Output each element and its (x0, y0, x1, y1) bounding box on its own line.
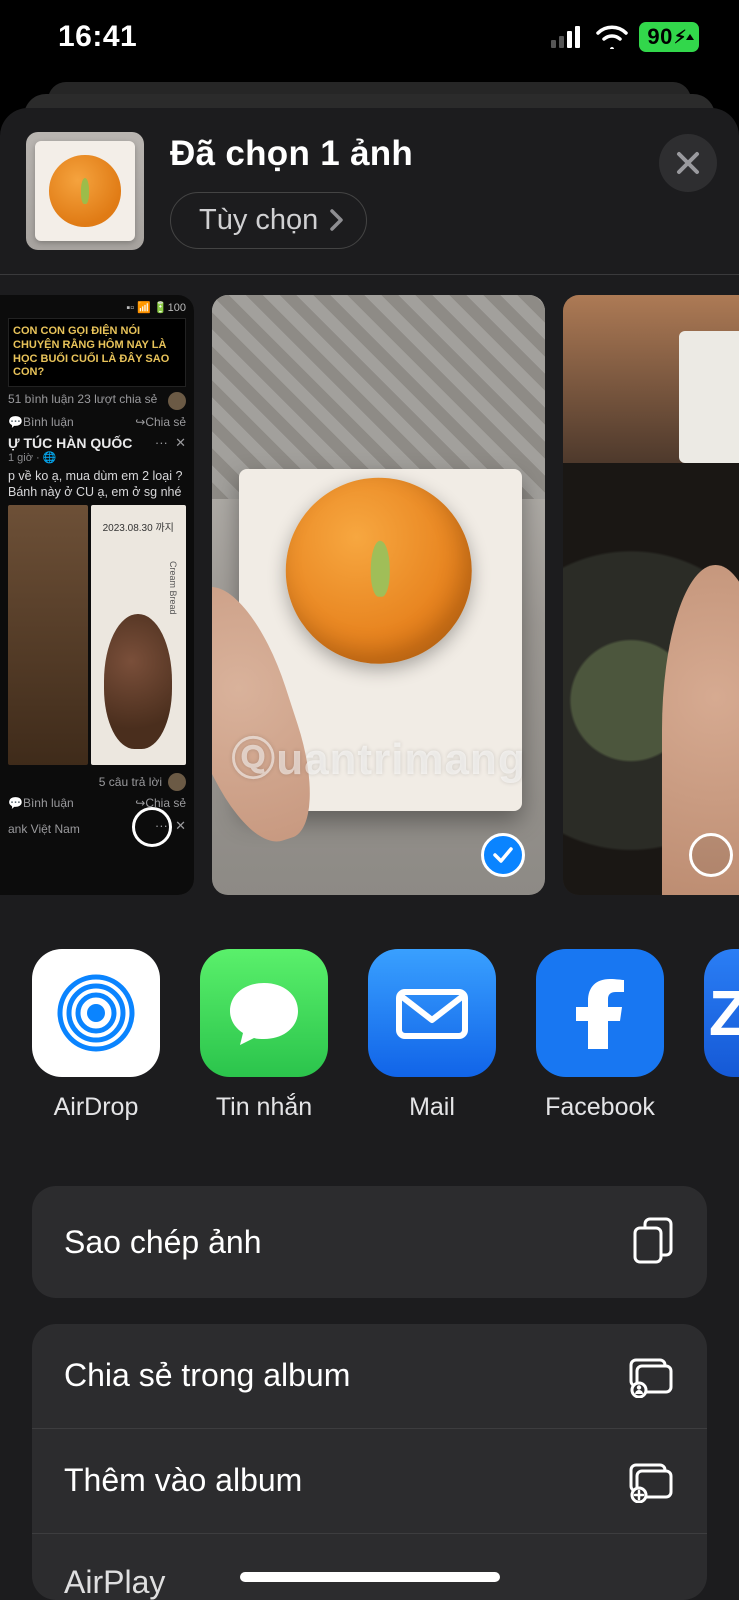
selection-ring-icon[interactable] (132, 807, 172, 847)
shared-album-icon (625, 1354, 675, 1398)
photo-thumbnail[interactable] (563, 295, 739, 895)
selection-check-icon[interactable] (481, 833, 525, 877)
sheet-title: Đã chọn 1 ảnh (170, 134, 633, 174)
photo-thumbnail-selected[interactable]: Ⓠuantrimang (212, 295, 545, 895)
status-bar: 16:41 90⚡︎ (0, 0, 739, 64)
post-time: 1 giờ · 🌐 (8, 451, 186, 464)
photo-content: ▪︎▫︎ 📶 🔋100 CON CON GỌI ĐIỆN NÓI CHUYỆN … (0, 295, 194, 895)
share-app-mail[interactable]: Mail (368, 949, 496, 1122)
airdrop-icon (32, 949, 160, 1077)
action-label: AirPlay (64, 1564, 165, 1600)
options-label: Tùy chọn (199, 204, 318, 237)
photo-content (563, 295, 739, 895)
comment-label: Bình luận (23, 796, 74, 810)
photo-content: Ⓠuantrimang (212, 295, 545, 895)
action-airplay[interactable]: AirPlay (32, 1533, 707, 1600)
battery-text: 90 (647, 24, 672, 50)
share-sheet: Đã chọn 1 ảnh Tùy chọn ▪︎▫︎ 📶 🔋100 CON C… (0, 108, 739, 1600)
reply-count: 5 câu trả lời (99, 775, 162, 789)
page-name: ank Việt Nam (8, 822, 80, 836)
close-icon (675, 150, 701, 176)
action-copy-photo[interactable]: Sao chép ảnh (32, 1186, 707, 1298)
action-group-copy: Sao chép ảnh (32, 1186, 707, 1298)
zalo-icon: Z (704, 949, 739, 1077)
status-right: 90⚡︎ (551, 22, 699, 52)
chevron-right-icon (330, 209, 344, 231)
action-label: Thêm vào album (64, 1462, 302, 1499)
app-label: Mail (409, 1093, 455, 1122)
share-apps-row[interactable]: AirDrop Tin nhắn Mail Facebook Z Z (0, 913, 739, 1154)
comment-label: Bình luận (23, 415, 74, 429)
app-label: Facebook (545, 1093, 655, 1122)
action-group-album: Chia sẻ trong album Thêm vào album AirPl… (32, 1324, 707, 1600)
action-add-to-album[interactable]: Thêm vào album (32, 1428, 707, 1533)
action-label: Sao chép ảnh (64, 1224, 262, 1261)
watermark-text: Ⓠuantrimang (212, 723, 545, 787)
copy-icon (631, 1216, 675, 1268)
app-letter: Z (709, 976, 739, 1050)
share-app-zalo[interactable]: Z Z (704, 949, 739, 1122)
app-label: AirDrop (54, 1093, 139, 1122)
status-time: 16:41 (58, 20, 137, 54)
facebook-icon (536, 949, 664, 1077)
share-label: Chia sẻ (145, 415, 186, 429)
wifi-icon (595, 25, 629, 49)
action-share-in-album[interactable]: Chia sẻ trong album (32, 1324, 707, 1428)
post-text: p về ko ạ, mua dùm em 2 loại ? Bánh này … (8, 468, 186, 501)
options-button[interactable]: Tùy chọn (170, 192, 367, 249)
messages-icon (200, 949, 328, 1077)
cellular-icon (551, 26, 585, 48)
post-banner: CON CON GỌI ĐIỆN NÓI CHUYỆN RẰNG HÔM NAY… (8, 318, 186, 387)
sheet-header: Đã chọn 1 ảnh Tùy chọn (0, 108, 739, 274)
battery-indicator: 90⚡︎ (639, 22, 699, 52)
close-button[interactable] (659, 134, 717, 192)
add-album-icon (625, 1459, 675, 1503)
header-text: Đã chọn 1 ảnh Tùy chọn (170, 134, 633, 249)
mail-icon (368, 949, 496, 1077)
share-app-messages[interactable]: Tin nhắn (200, 949, 328, 1122)
photo-selection-strip[interactable]: ▪︎▫︎ 📶 🔋100 CON CON GỌI ĐIỆN NÓI CHUYỆN … (0, 275, 739, 913)
share-app-airdrop[interactable]: AirDrop (32, 949, 160, 1122)
home-indicator[interactable] (240, 1572, 500, 1582)
group-name: Ự TÚC HÀN QUỐC (8, 435, 132, 451)
checkmark-icon (491, 843, 515, 867)
expiry-date: 2023.08.30 까지 (103, 519, 174, 534)
selected-photo-thumbnail (26, 132, 144, 250)
product-label: Cream Bread (168, 561, 178, 615)
action-label: Chia sẻ trong album (64, 1357, 350, 1394)
photo-thumbnail[interactable]: ▪︎▫︎ 📶 🔋100 CON CON GỌI ĐIỆN NÓI CHUYỆN … (0, 295, 194, 895)
selection-ring-icon[interactable] (689, 833, 733, 877)
post-stats: 51 bình luận 23 lượt chia sẻ (8, 392, 157, 410)
share-app-facebook[interactable]: Facebook (536, 949, 664, 1122)
app-label: Tin nhắn (216, 1093, 312, 1122)
